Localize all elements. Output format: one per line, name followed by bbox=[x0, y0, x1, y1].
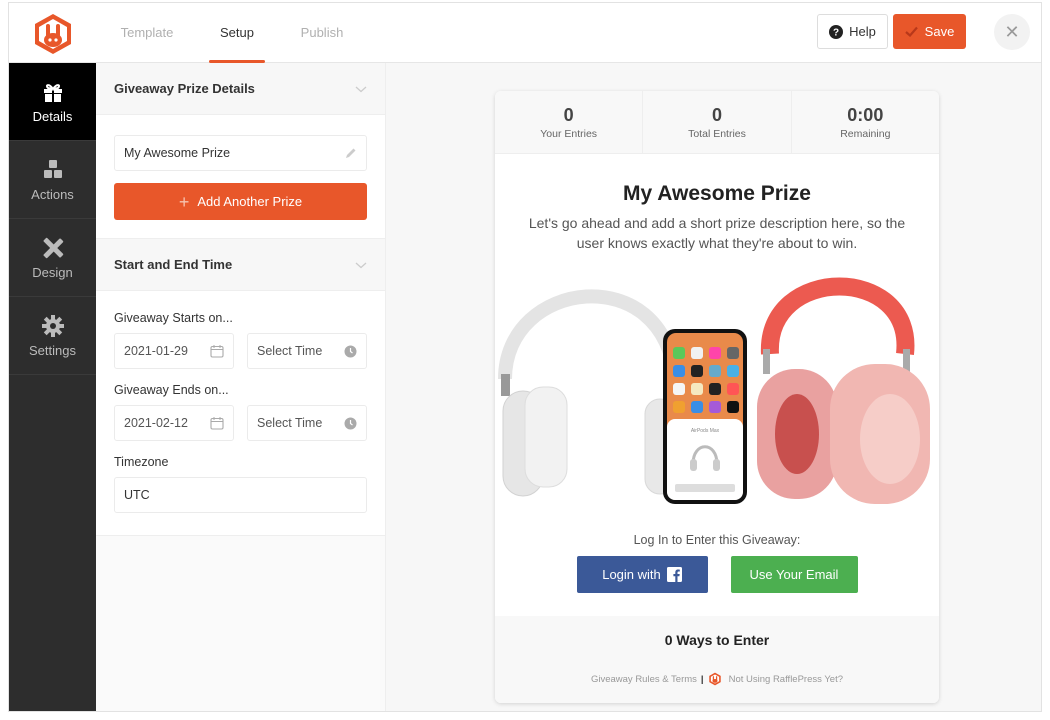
section-title: Start and End Time bbox=[114, 257, 233, 272]
sidebar-item-label: Settings bbox=[29, 342, 76, 358]
prize-title: My Awesome Prize bbox=[623, 182, 811, 205]
sidebar: Details Actions Design Settings bbox=[9, 63, 96, 711]
clock-icon bbox=[344, 417, 357, 429]
separator: | bbox=[700, 673, 704, 685]
phone-popup-title: AirPods Max bbox=[691, 428, 720, 434]
end-label: Giveaway Ends on... bbox=[114, 383, 229, 397]
stat-caption: Remaining bbox=[840, 127, 891, 140]
prize-description: Let's go ahead and add a short prize des… bbox=[528, 215, 906, 251]
add-prize-label: Add Another Prize bbox=[197, 194, 303, 209]
stat-caption: Your Entries bbox=[540, 127, 598, 140]
rules-link[interactable]: Giveaway Rules & Terms bbox=[591, 674, 697, 685]
sidebar-item-details[interactable]: Details bbox=[9, 63, 96, 141]
ways-to-enter: 0 Ways to Enter bbox=[664, 632, 770, 648]
close-icon: ✕ bbox=[1004, 21, 1020, 42]
login-buttons: Login with Use Your Email bbox=[495, 556, 939, 593]
cubes-icon bbox=[43, 159, 62, 178]
time-section-header[interactable]: Start and End Time bbox=[96, 239, 385, 291]
start-label: Giveaway Starts on... bbox=[114, 311, 233, 325]
timezone-label: Timezone bbox=[114, 455, 169, 469]
calendar-icon bbox=[210, 345, 224, 358]
chevron-down-icon bbox=[355, 262, 367, 268]
chevron-down-icon bbox=[355, 86, 367, 92]
footer-links: Giveaway Rules & Terms | Not Using Raffl… bbox=[495, 672, 939, 686]
start-time-placeholder: Select Time bbox=[257, 344, 323, 358]
promo-link[interactable]: Not Using RafflePress Yet? bbox=[729, 674, 843, 685]
email-login-button[interactable]: Use Your Email bbox=[730, 556, 858, 593]
gear-icon bbox=[41, 314, 64, 337]
timezone-select[interactable]: UTC bbox=[114, 477, 367, 513]
help-button[interactable]: ? Help bbox=[817, 14, 888, 49]
sidebar-item-label: Actions bbox=[31, 186, 74, 202]
stat-caption: Total Entries bbox=[688, 127, 746, 140]
close-button[interactable]: ✕ bbox=[994, 14, 1030, 50]
sidebar-item-actions[interactable]: Actions bbox=[9, 141, 96, 219]
facebook-login-label: Login with bbox=[602, 567, 661, 582]
prize-image: AirPods Max bbox=[495, 269, 939, 519]
end-time-field[interactable]: Select Time bbox=[247, 405, 367, 441]
add-another-prize-button[interactable]: + Add Another Prize bbox=[114, 183, 367, 220]
checkmark-icon bbox=[904, 26, 918, 37]
end-date-field[interactable]: 2021-02-12 bbox=[114, 405, 234, 441]
question-circle-icon: ? bbox=[829, 24, 844, 39]
help-label: Help bbox=[849, 24, 876, 39]
tab-template[interactable]: Template bbox=[119, 3, 175, 63]
giveaway-preview: 0 Your Entries 0 Total Entries 0:00 Rema… bbox=[495, 91, 939, 703]
stat-total-entries: 0 Total Entries bbox=[643, 91, 792, 153]
pencil-ruler-icon bbox=[43, 237, 63, 258]
start-date-value: 2021-01-29 bbox=[124, 344, 188, 358]
pencil-icon[interactable] bbox=[344, 147, 357, 160]
plus-icon: + bbox=[178, 191, 190, 212]
calendar-icon bbox=[210, 417, 224, 430]
top-bar: Template Setup Publish ? Help Save ✕ bbox=[9, 3, 1041, 63]
sidebar-item-label: Details bbox=[32, 108, 73, 124]
sidebar-item-design[interactable]: Design bbox=[9, 219, 96, 297]
save-label: Save bbox=[924, 24, 955, 39]
section-title: Giveaway Prize Details bbox=[114, 81, 255, 96]
app-window: Template Setup Publish ? Help Save ✕ Det… bbox=[8, 2, 1042, 712]
tab-setup[interactable]: Setup bbox=[209, 3, 265, 63]
preview-footer: 0 Ways to Enter Giveaway Rules & Terms |… bbox=[495, 616, 939, 703]
headphones-illustration: AirPods Max bbox=[498, 277, 930, 504]
stat-value: 0 bbox=[563, 104, 574, 125]
save-button[interactable]: Save bbox=[893, 14, 966, 49]
facebook-icon bbox=[666, 567, 682, 582]
start-time-field[interactable]: Select Time bbox=[247, 333, 367, 369]
end-date-value: 2021-02-12 bbox=[124, 416, 188, 430]
facebook-login-button[interactable]: Login with bbox=[576, 556, 708, 593]
stat-your-entries: 0 Your Entries bbox=[495, 91, 644, 153]
stat-value: 0:00 bbox=[847, 104, 884, 125]
end-time-placeholder: Select Time bbox=[257, 416, 323, 430]
tab-publish[interactable]: Publish bbox=[299, 3, 345, 63]
gift-icon bbox=[43, 83, 62, 102]
sidebar-item-settings[interactable]: Settings bbox=[9, 297, 96, 375]
clock-icon bbox=[344, 345, 357, 357]
rafflepress-logo-icon[interactable] bbox=[31, 12, 75, 56]
time-section-body: Giveaway Starts on... 2021-01-29 Select … bbox=[96, 291, 385, 536]
timezone-value: UTC bbox=[124, 488, 150, 502]
svg-text:?: ? bbox=[833, 27, 839, 38]
prize-name-value: My Awesome Prize bbox=[124, 146, 231, 160]
stat-value: 0 bbox=[711, 104, 722, 125]
start-date-field[interactable]: 2021-01-29 bbox=[114, 333, 234, 369]
login-prompt: Log In to Enter this Giveaway: bbox=[633, 533, 801, 547]
stat-remaining: 0:00 Remaining bbox=[792, 91, 939, 153]
prize-section-body: My Awesome Prize + Add Another Prize bbox=[96, 115, 385, 239]
sidebar-item-label: Design bbox=[32, 264, 73, 280]
stats-bar: 0 Your Entries 0 Total Entries 0:00 Rema… bbox=[495, 91, 939, 154]
prize-section-header[interactable]: Giveaway Prize Details bbox=[96, 63, 385, 115]
rafflepress-small-logo-icon bbox=[708, 672, 721, 686]
prize-name-field[interactable]: My Awesome Prize bbox=[114, 135, 367, 171]
settings-panel: Giveaway Prize Details My Awesome Prize … bbox=[96, 63, 386, 711]
